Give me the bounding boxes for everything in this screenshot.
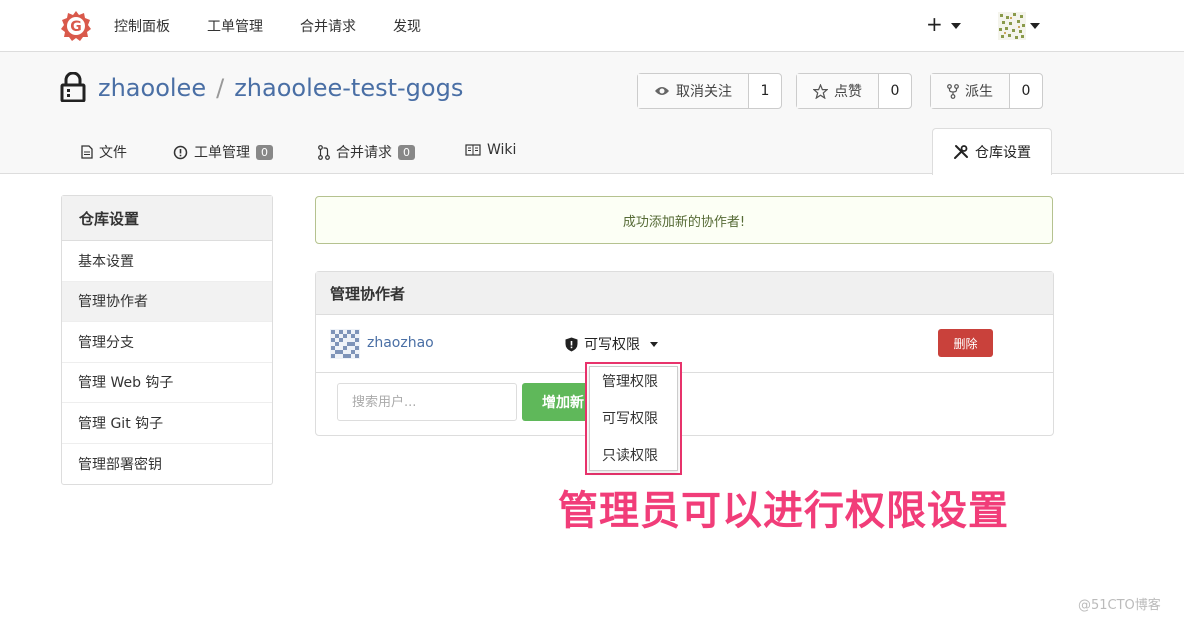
- tab-wiki-label: Wiki: [487, 142, 517, 158]
- menu-item-write[interactable]: 可写权限: [602, 408, 658, 428]
- nav-explore[interactable]: 发现: [393, 16, 421, 36]
- nav-issues[interactable]: 工单管理: [207, 16, 263, 36]
- fork-count[interactable]: 0: [1010, 74, 1042, 108]
- sidebar-item-collaborators[interactable]: 管理协作者: [62, 281, 272, 322]
- search-user-input[interactable]: [337, 383, 517, 421]
- sidebar-item-branches[interactable]: 管理分支: [62, 322, 272, 363]
- tab-files-label: 文件: [99, 145, 127, 161]
- watermark: @51CTO博客: [1078, 598, 1161, 613]
- repo-title: zhaoolee / zhaoolee-test-gogs: [98, 74, 463, 102]
- annotation-caption: 管理员可以进行权限设置: [558, 488, 1009, 534]
- delete-collaborator-button[interactable]: 删除: [938, 329, 993, 357]
- unwatch-button[interactable]: 取消关注: [638, 74, 749, 108]
- star-label: 点赞: [834, 84, 862, 100]
- svg-text:G: G: [70, 19, 82, 35]
- sidebar-item-deploy-keys[interactable]: 管理部署密钥: [62, 444, 272, 485]
- permission-label: 可写权限: [584, 337, 640, 353]
- star-count[interactable]: 0: [879, 74, 911, 108]
- panel-title: 管理协作者: [316, 272, 1053, 315]
- fork-button-group: 派生 0: [930, 73, 1043, 109]
- tab-issues-label: 工单管理: [194, 145, 250, 161]
- file-icon: [81, 145, 93, 159]
- fork-button[interactable]: 派生: [931, 74, 1010, 108]
- lock-icon: [60, 72, 86, 102]
- tab-settings-label: 仓库设置: [975, 145, 1031, 161]
- sidebar-item-git-hooks[interactable]: 管理 Git 钩子: [62, 403, 272, 444]
- add-collaborator-button[interactable]: 增加新: [522, 383, 592, 421]
- top-navbar: G 控制面板 工单管理 合并请求 发现 +: [0, 0, 1184, 52]
- create-new-menu[interactable]: +: [926, 12, 961, 36]
- watch-count[interactable]: 1: [749, 74, 781, 108]
- repo-name-link[interactable]: zhaoolee-test-gogs: [234, 74, 463, 102]
- tab-issues[interactable]: 工单管理 0: [173, 142, 273, 162]
- menu-item-read[interactable]: 只读权限: [602, 445, 658, 465]
- shield-icon: [565, 337, 578, 351]
- permission-dropdown[interactable]: 可写权限: [565, 334, 658, 354]
- tab-pull-requests-label: 合并请求: [336, 145, 392, 161]
- repo-owner-link[interactable]: zhaoolee: [98, 74, 206, 102]
- chevron-down-icon: [950, 22, 961, 29]
- unwatch-label: 取消关注: [676, 84, 732, 100]
- nav-dashboard[interactable]: 控制面板: [114, 16, 170, 36]
- book-icon: [465, 144, 481, 156]
- menu-item-admin[interactable]: 管理权限: [602, 371, 658, 391]
- eye-icon: [655, 87, 669, 95]
- pull-request-icon: [318, 144, 330, 160]
- nav-pull-requests[interactable]: 合并请求: [300, 16, 356, 36]
- success-alert: 成功添加新的协作者!: [315, 196, 1053, 244]
- tab-settings[interactable]: 仓库设置: [932, 128, 1052, 175]
- star-button-group: 点赞 0: [796, 73, 912, 109]
- chevron-down-icon: [650, 341, 658, 347]
- collaborator-username[interactable]: zhaozhao: [367, 335, 434, 351]
- fork-label: 派生: [965, 84, 993, 100]
- sidebar-title: 仓库设置: [62, 196, 272, 241]
- watch-button-group: 取消关注 1: [637, 73, 782, 109]
- issues-count-badge: 0: [256, 144, 273, 160]
- permission-menu: 管理权限 可写权限 只读权限: [585, 362, 682, 475]
- collaborators-panel: 管理协作者 zhaozhao 可写权限 删除 增加新: [315, 271, 1054, 436]
- tools-icon: [954, 145, 968, 159]
- gogs-logo-icon[interactable]: G: [60, 10, 92, 42]
- chevron-down-icon: [1030, 23, 1040, 29]
- avatar: [998, 12, 1026, 40]
- tab-pull-requests[interactable]: 合并请求 0: [318, 142, 415, 162]
- sidebar-item-webhooks[interactable]: 管理 Web 钩子: [62, 363, 272, 403]
- fork-icon: [947, 83, 959, 99]
- plus-icon: +: [926, 12, 943, 36]
- star-button[interactable]: 点赞: [797, 74, 879, 108]
- collaborator-row: zhaozhao 可写权限 删除: [316, 315, 1053, 373]
- alert-message: 成功添加新的协作者!: [622, 214, 746, 230]
- sidebar-item-basic-settings[interactable]: 基本设置: [62, 241, 272, 282]
- settings-sidebar: 仓库设置 基本设置 管理协作者 管理分支 管理 Web 钩子 管理 Git 钩子…: [61, 195, 273, 485]
- user-menu[interactable]: [998, 12, 1040, 40]
- pull-requests-count-badge: 0: [398, 144, 415, 160]
- issue-icon: [173, 145, 188, 159]
- path-separator: /: [216, 74, 225, 102]
- tab-wiki[interactable]: Wiki: [465, 142, 516, 158]
- tab-files[interactable]: 文件: [81, 142, 127, 162]
- repo-header: zhaoolee / zhaoolee-test-gogs 取消关注 1 点赞 0 …: [0, 52, 1184, 175]
- star-icon: [813, 83, 828, 99]
- avatar[interactable]: [330, 329, 360, 359]
